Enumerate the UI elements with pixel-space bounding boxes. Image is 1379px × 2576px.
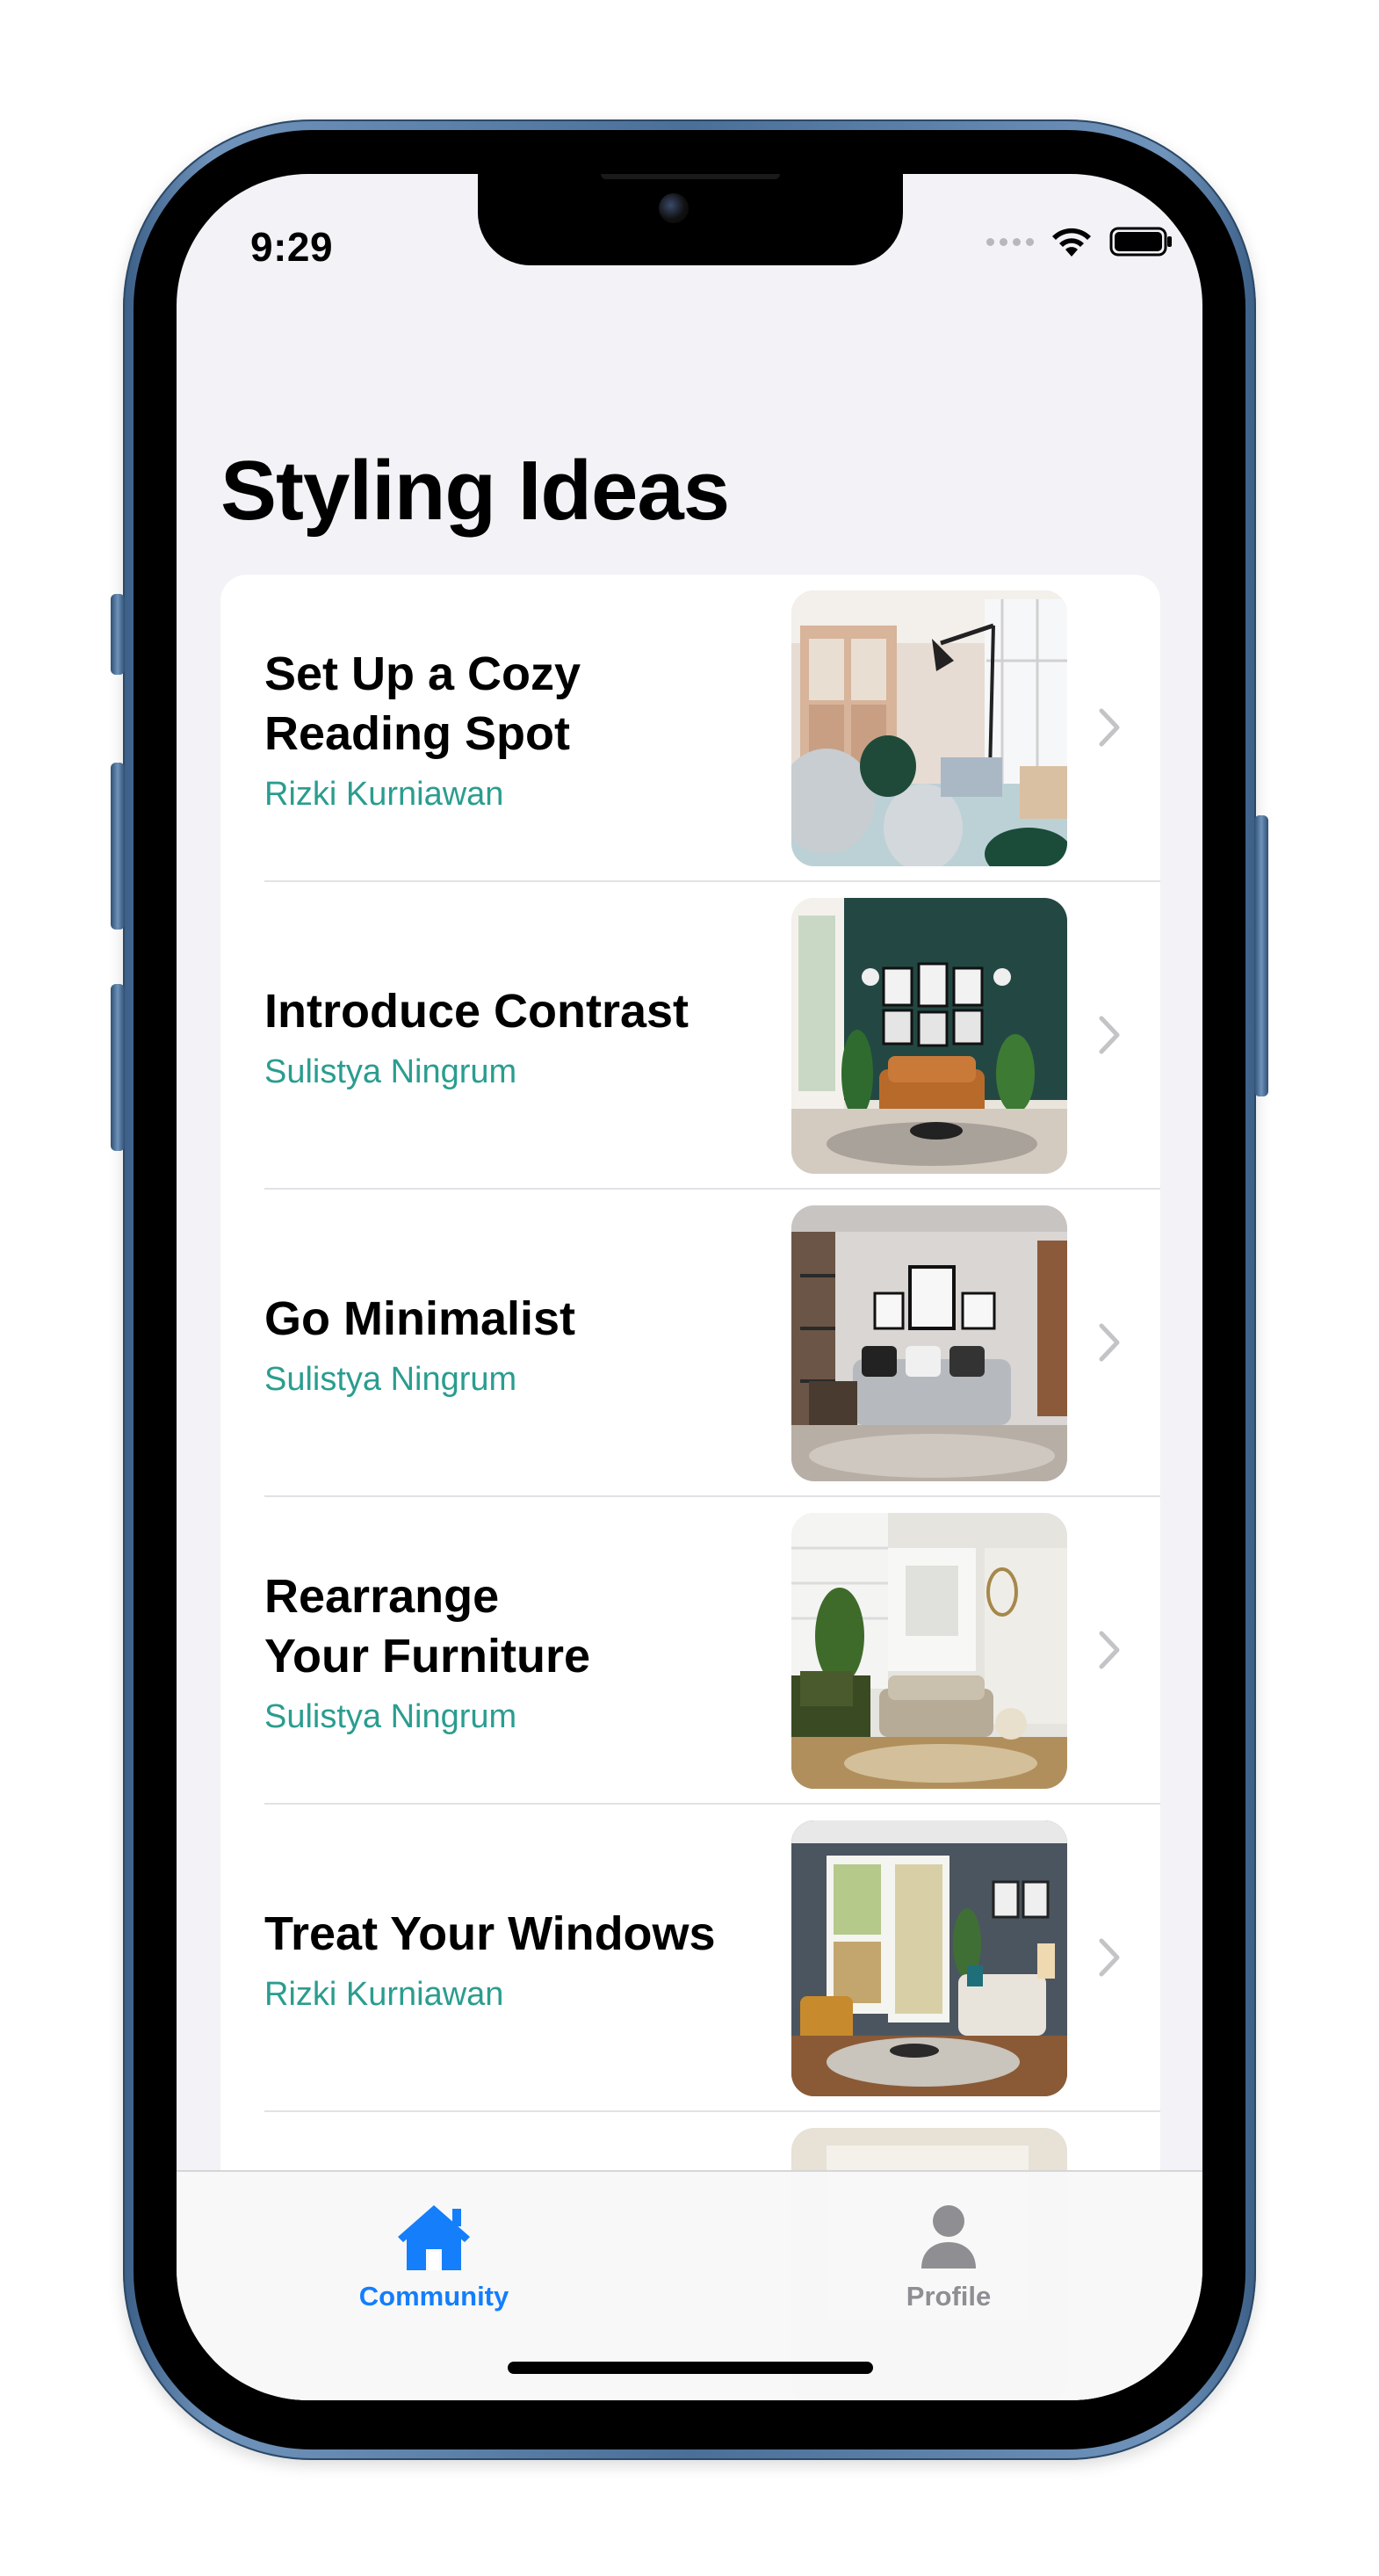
idea-title: Introduce Contrast <box>264 984 690 1038</box>
status-indicators <box>986 225 1173 258</box>
idea-title: Treat Your Windows <box>264 1907 716 1960</box>
idea-author: Sulistya Ningrum <box>264 1360 517 1398</box>
chevron-right-icon <box>1099 1938 1120 1977</box>
list-item[interactable]: Rearrange Your Furniture Sulistya Ningru… <box>220 1497 1160 1805</box>
house-fill-icon <box>398 2205 470 2270</box>
idea-title: Set Up a Cozy Reading Spot <box>264 647 581 760</box>
wifi-icon <box>1052 228 1091 257</box>
list-item[interactable]: Set Up a Cozy Reading Spot Rizki Kurniaw… <box>220 575 1160 882</box>
idea-title: Rearrange Your Furniture <box>264 1569 590 1682</box>
page-title: Styling Ideas <box>220 444 730 538</box>
idea-thumbnail <box>791 1205 1067 1481</box>
idea-thumbnail <box>791 1513 1067 1789</box>
volume-down-button <box>111 984 125 1151</box>
status-time: 9:29 <box>250 224 334 270</box>
chevron-right-icon <box>1099 1323 1120 1362</box>
list-item[interactable]: Go Minimalist Sulistya Ningrum <box>220 1190 1160 1497</box>
tab-bar: Community Profile <box>177 2170 1202 2400</box>
idea-thumbnail <box>791 590 1067 866</box>
chevron-right-icon <box>1099 1631 1120 1669</box>
idea-author: Rizki Kurniawan <box>264 1975 504 2013</box>
cellular-signal-icon <box>986 237 1034 246</box>
tab-label: Profile <box>906 2281 992 2312</box>
battery-icon <box>1109 227 1172 257</box>
silent-switch <box>111 594 125 675</box>
home-indicator[interactable] <box>508 2362 873 2374</box>
list-item[interactable]: Treat Your Windows Rizki Kurniawan <box>220 1805 1160 2112</box>
ideas-list: Set Up a Cozy Reading Spot Rizki Kurniaw… <box>220 575 1160 2400</box>
app-screen: 9:29 Styling Ideas Set Up a Cozy Reading… <box>177 174 1202 2400</box>
idea-thumbnail <box>791 1820 1067 2096</box>
chevron-right-icon <box>1099 1016 1120 1054</box>
idea-author: Sulistya Ningrum <box>264 1697 517 1735</box>
list-item-text: Rearrange Your Furniture Sulistya Ningru… <box>264 1497 756 1805</box>
idea-author: Rizki Kurniawan <box>264 775 504 813</box>
chevron-right-icon <box>1099 708 1120 747</box>
tab-community[interactable]: Community <box>302 2172 566 2312</box>
earpiece-speaker <box>601 174 780 179</box>
person-fill-icon <box>921 2205 976 2268</box>
list-item-text: Go Minimalist Sulistya Ningrum <box>264 1190 756 1497</box>
list-item-text: Set Up a Cozy Reading Spot Rizki Kurniaw… <box>264 575 756 882</box>
idea-thumbnail <box>791 898 1067 1174</box>
list-item-text: Treat Your Windows Rizki Kurniawan <box>264 1805 756 2112</box>
tab-label: Community <box>358 2281 509 2312</box>
front-camera-icon <box>659 193 689 223</box>
tab-profile[interactable]: Profile <box>817 2172 1080 2312</box>
power-button <box>1254 815 1268 1096</box>
notch <box>478 174 903 265</box>
list-item-text: Introduce Contrast Sulistya Ningrum <box>264 882 756 1190</box>
idea-title: Go Minimalist <box>264 1292 576 1345</box>
idea-author: Sulistya Ningrum <box>264 1053 517 1090</box>
list-item[interactable]: Introduce Contrast Sulistya Ningrum <box>220 882 1160 1190</box>
volume-up-button <box>111 763 125 930</box>
